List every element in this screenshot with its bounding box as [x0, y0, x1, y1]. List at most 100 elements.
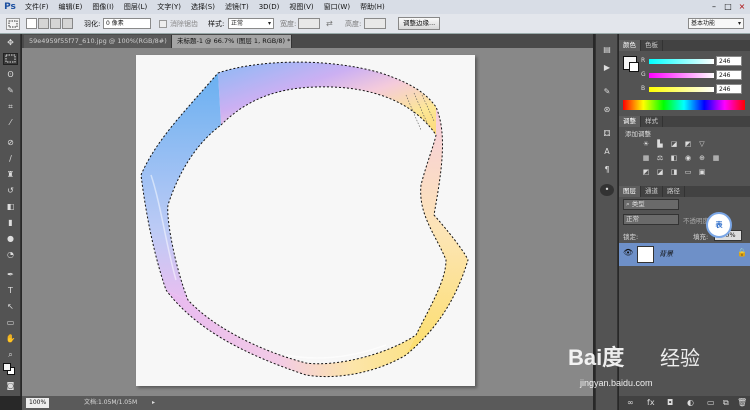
curves-icon[interactable]: ◪ [669, 140, 679, 149]
threshold-icon[interactable]: ◨ [669, 168, 679, 177]
foreground-color-swatch[interactable] [3, 363, 11, 371]
layer-filter-select[interactable]: ⌕ 类型 [623, 199, 679, 210]
background-color-chip[interactable] [629, 62, 639, 72]
height-input[interactable] [364, 18, 386, 29]
menu-view[interactable]: 视图(V) [284, 0, 318, 14]
tab-paths[interactable]: 路径 [663, 186, 685, 197]
hand-icon[interactable]: ✋ [3, 333, 18, 345]
brush-icon[interactable]: ∕ [3, 153, 18, 165]
style-select[interactable]: 正常 ▾ [228, 18, 274, 29]
menu-edit[interactable]: 编辑(E) [54, 0, 88, 14]
width-input[interactable] [298, 18, 320, 29]
marquee-icon[interactable] [3, 53, 18, 65]
channel-b-slider[interactable] [649, 87, 714, 92]
layer-name[interactable]: 背景 [659, 249, 673, 259]
actions-panel-icon[interactable]: ▶ [600, 62, 614, 74]
tab-layers[interactable]: 图层 [619, 186, 641, 197]
refine-edge-button[interactable]: 调整边缘... [398, 17, 441, 30]
color-spectrum[interactable] [623, 100, 745, 110]
paragraph-panel-icon[interactable]: ¶ [600, 164, 614, 176]
blur-icon[interactable]: ● [3, 233, 18, 245]
eye-icon[interactable]: 👁 [623, 248, 633, 257]
tab-swatches[interactable]: 色板 [641, 40, 663, 51]
history-panel-icon[interactable]: ▤ [600, 44, 614, 56]
channel-g-input[interactable]: 246 [716, 70, 742, 80]
channel-mixer-icon[interactable]: ⊕ [697, 154, 707, 163]
menu-file[interactable]: 文件(F) [20, 0, 54, 14]
tab-channels[interactable]: 通道 [641, 186, 663, 197]
gradient-map-icon[interactable]: ▭ [683, 168, 693, 177]
path-select-icon[interactable]: ↖ [3, 301, 18, 313]
document-canvas[interactable] [136, 55, 475, 386]
character-panel-icon[interactable]: A [600, 146, 614, 158]
feather-input[interactable]: 0 像素 [103, 18, 151, 29]
zoom-level[interactable]: 100% [26, 398, 50, 408]
menu-image[interactable]: 图像(I) [87, 0, 119, 14]
tab-styles[interactable]: 样式 [641, 116, 663, 127]
stamp-icon[interactable]: ♜ [3, 169, 18, 181]
tab-untitled-document[interactable]: 未标题-1 @ 66.7% (图层 1, RGB/8) * [172, 35, 292, 48]
close-button[interactable]: × [736, 1, 748, 12]
tab-color[interactable]: 颜色 [619, 40, 641, 51]
status-arrow-icon[interactable]: ▸ [152, 396, 155, 410]
selective-color-icon[interactable]: ▣ [697, 168, 707, 177]
restore-button[interactable]: □ [722, 1, 734, 12]
channel-g-slider[interactable] [649, 73, 714, 78]
intersect-selection-icon[interactable] [62, 18, 73, 29]
levels-icon[interactable]: ▙ [655, 140, 665, 149]
blend-mode-select[interactable]: 正常 [623, 214, 679, 225]
move-icon[interactable]: ✥ [3, 37, 18, 49]
exposure-icon[interactable]: ◩ [683, 140, 693, 149]
menu-help[interactable]: 帮助(H) [355, 0, 390, 14]
eyedropper-icon[interactable]: ⁄ [3, 117, 18, 129]
quick-mask-icon[interactable]: ◙ [3, 380, 18, 392]
swatches-icon[interactable]: ⚃ [600, 128, 614, 140]
color-lookup-icon[interactable]: ▦ [711, 154, 721, 163]
brush-panel-icon[interactable]: ✎ [600, 86, 614, 98]
history-brush-icon[interactable]: ↺ [3, 185, 18, 197]
channel-r-slider[interactable] [649, 59, 714, 64]
notes-icon[interactable]: • [600, 184, 614, 196]
menu-select[interactable]: 选择(S) [186, 0, 220, 14]
eraser-icon[interactable]: ◧ [3, 201, 18, 213]
invert-icon[interactable]: ◩ [641, 168, 651, 177]
menu-window[interactable]: 窗口(W) [319, 0, 355, 14]
subtract-selection-icon[interactable] [50, 18, 61, 29]
quick-select-icon[interactable]: ✎ [3, 85, 18, 97]
tab-adjustments[interactable]: 调整 [619, 116, 641, 127]
channel-r-input[interactable]: 246 [716, 56, 742, 66]
dodge-icon[interactable]: ◔ [3, 249, 18, 261]
workspace-select[interactable]: 基本功能 ▾ [688, 18, 744, 29]
tab-image-document[interactable]: 59e4959f55f77_610.jpg @ 100%(RGB/8#) * [24, 35, 172, 58]
menu-filter[interactable]: 滤镜(T) [220, 0, 254, 14]
gradient-icon[interactable]: ▮ [3, 217, 18, 229]
menu-3d[interactable]: 3D(D) [254, 0, 285, 14]
menu-type[interactable]: 文字(Y) [152, 0, 186, 14]
hue-sat-icon[interactable]: ▦ [641, 154, 651, 163]
swap-icon[interactable]: ⇄ [326, 18, 333, 30]
minimize-button[interactable]: – [708, 1, 720, 12]
pen-icon[interactable]: ✒ [3, 269, 18, 281]
brightness-icon[interactable]: ☀ [641, 140, 651, 149]
posterize-icon[interactable]: ◪ [655, 168, 665, 177]
new-selection-icon[interactable] [26, 18, 37, 29]
crop-icon[interactable]: ⌗ [3, 101, 18, 113]
zoom-icon[interactable]: ⌕ [3, 349, 18, 361]
tool-preset-icon[interactable] [6, 18, 20, 30]
menu-layer[interactable]: 图层(L) [119, 0, 152, 14]
add-selection-icon[interactable] [38, 18, 49, 29]
clone-source-icon[interactable]: ⊛ [600, 104, 614, 116]
type-icon[interactable]: T [3, 285, 18, 297]
color-balance-icon[interactable]: ⚖ [655, 154, 665, 163]
photo-filter-icon[interactable]: ◉ [683, 154, 693, 163]
black-white-icon[interactable]: ◧ [669, 154, 679, 163]
healing-icon[interactable]: ⊘ [3, 137, 18, 149]
lasso-icon[interactable]: ʘ [3, 69, 18, 81]
vibrance-icon[interactable]: ▽ [697, 140, 707, 149]
antialias-checkbox[interactable] [159, 20, 167, 28]
channel-b-input[interactable]: 246 [716, 84, 742, 94]
layer-row[interactable]: 👁 背景 🔒 [619, 243, 750, 266]
shape-icon[interactable]: ▭ [3, 317, 18, 329]
hint-badge: 表 [706, 212, 732, 238]
trash-icon[interactable]: 🗑 [737, 398, 747, 407]
